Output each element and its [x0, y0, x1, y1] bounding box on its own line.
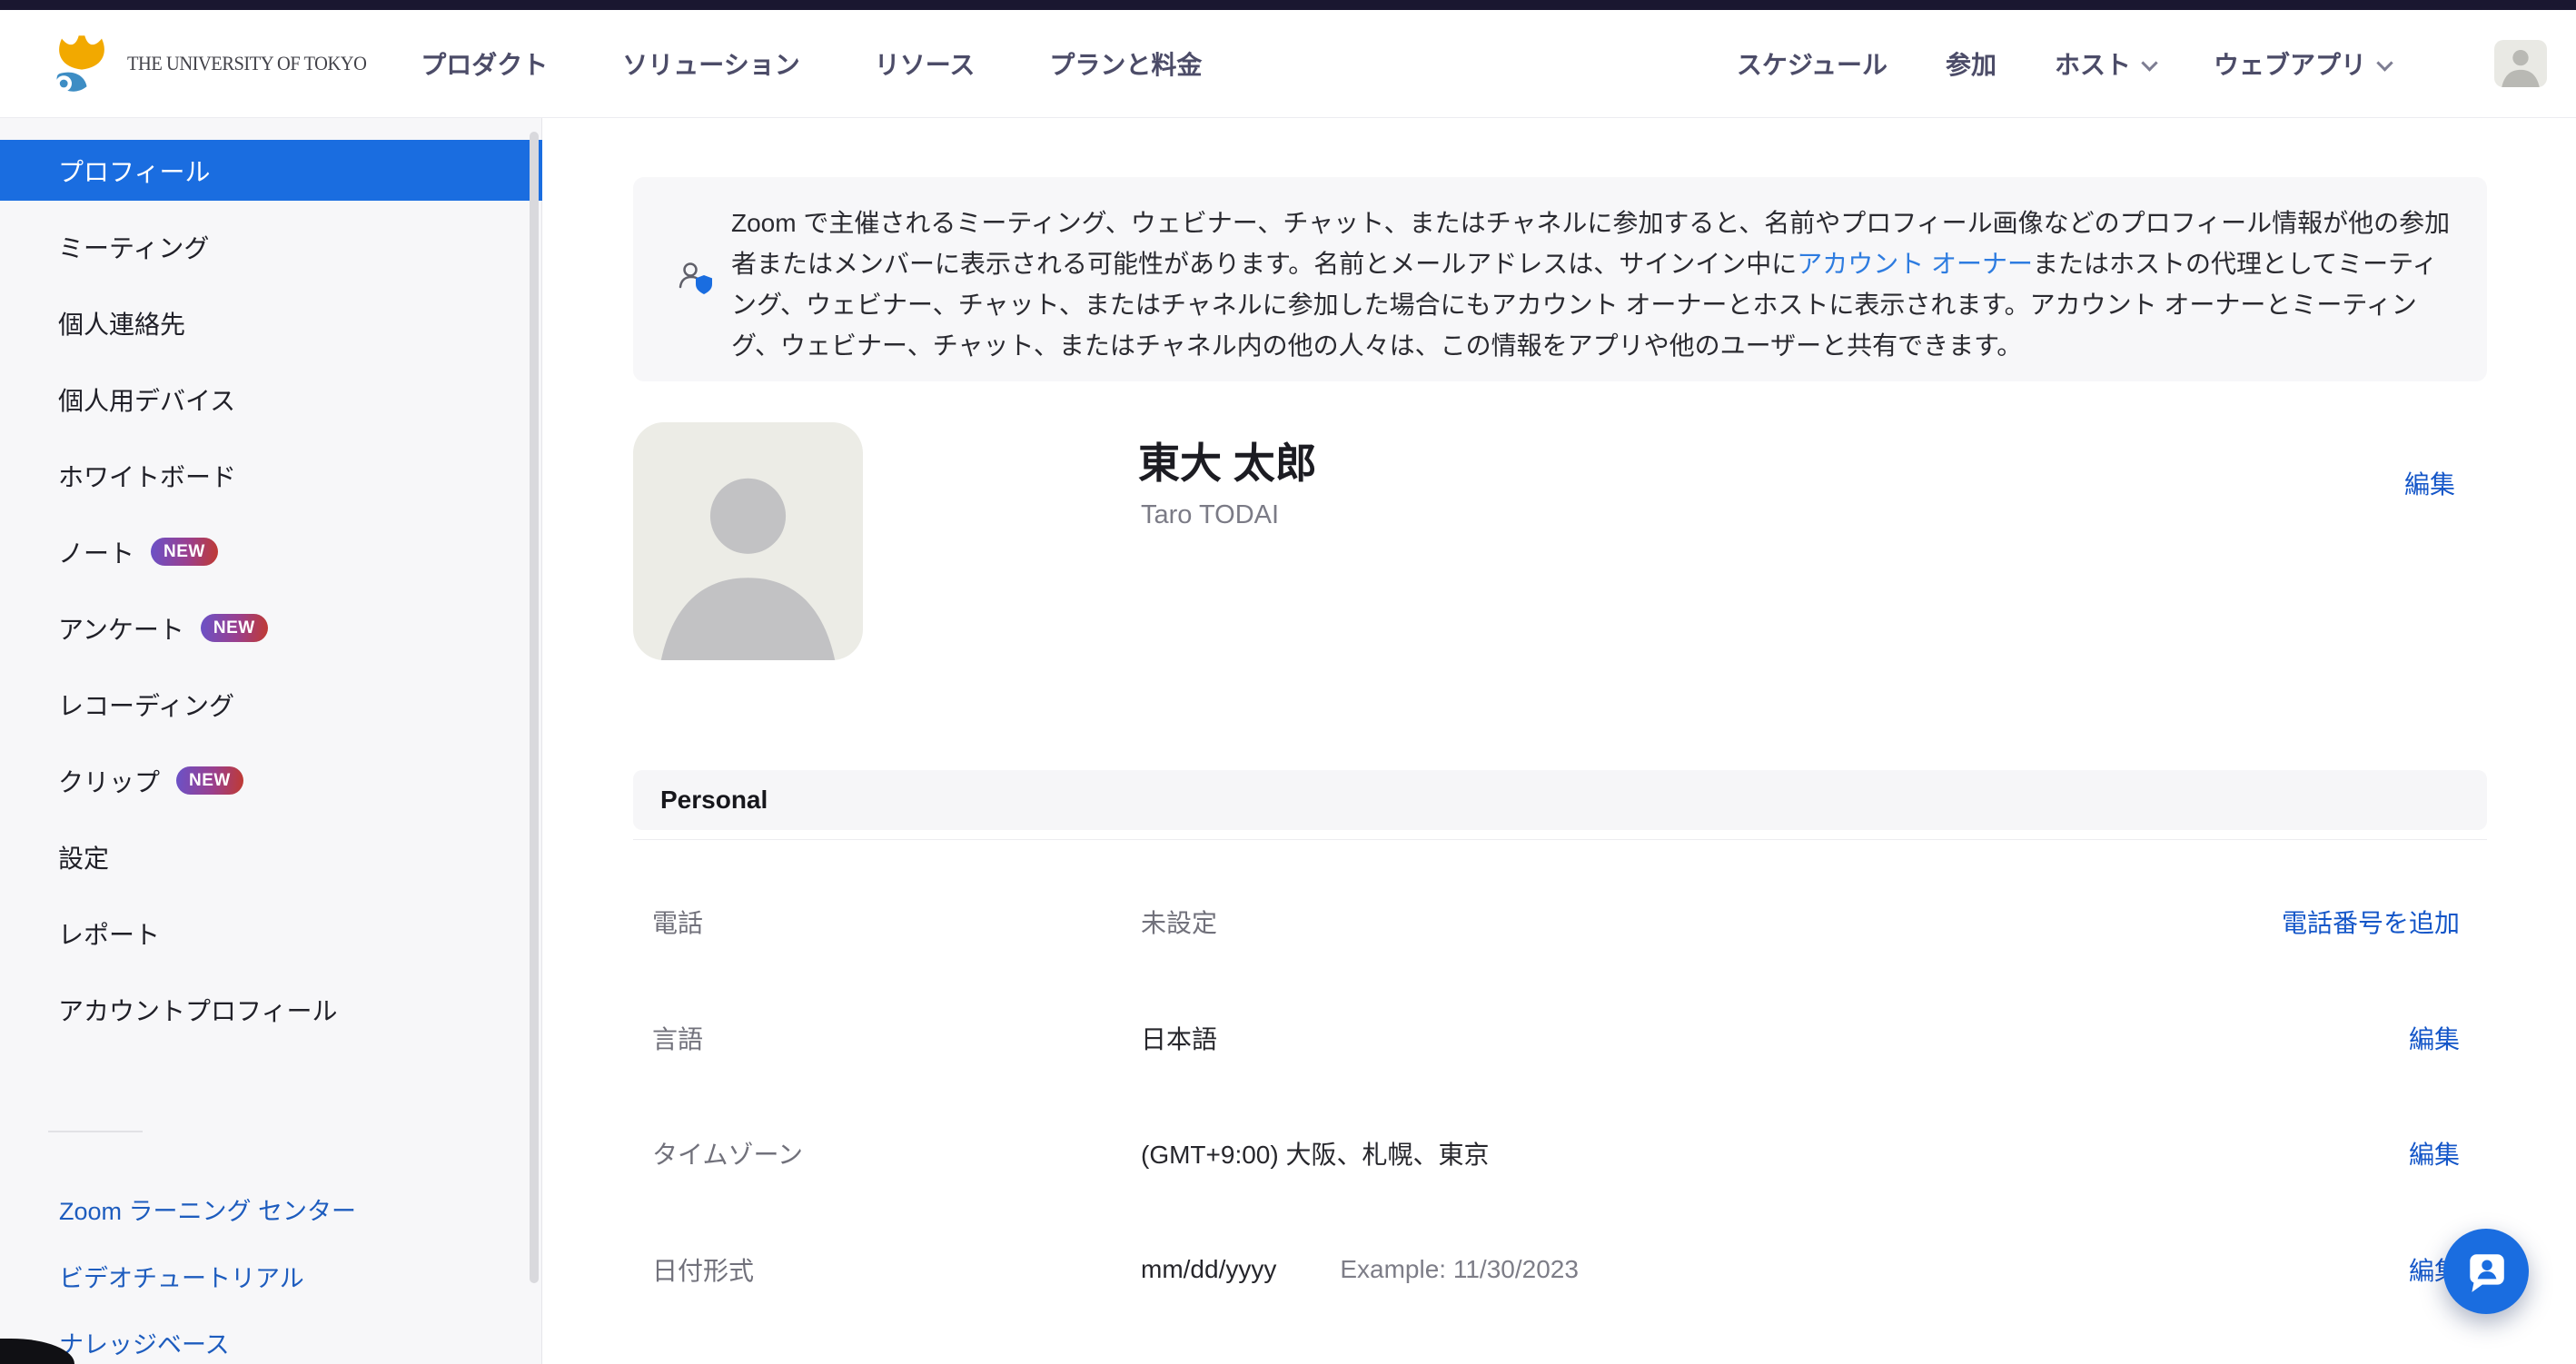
- sidebar-item-label: ノート: [58, 534, 134, 570]
- support-chat-icon: [2463, 1249, 2509, 1294]
- sidebar-item-notes[interactable]: ノート NEW: [0, 521, 542, 582]
- logo-text: THE UNIVERSITY OF TOKYO: [127, 52, 366, 75]
- chevron-down-icon: [2376, 54, 2393, 71]
- new-badge: NEW: [151, 538, 218, 566]
- edit-profile-link[interactable]: 編集: [2404, 465, 2455, 501]
- profile-avatar[interactable]: [633, 422, 863, 660]
- zoom-web-portal: THE UNIVERSITY OF TOKYO プロダクト ソリューション リソ…: [0, 0, 2576, 1364]
- row-label: 言語: [633, 1020, 1141, 1056]
- person-silhouette-icon: [2494, 40, 2547, 87]
- nav-products[interactable]: プロダクト: [421, 45, 548, 82]
- add-phone-number-link[interactable]: 電話番号を追加: [2282, 904, 2487, 940]
- sidebar-item-settings[interactable]: 設定: [0, 826, 542, 887]
- account-nav: スケジュール 参加 ホスト ウェブアプリ: [1737, 40, 2547, 87]
- sidebar-link-knowledge-base[interactable]: ナレッジベース: [59, 1324, 230, 1360]
- sidebar-item-whiteboard[interactable]: ホワイトボード: [0, 445, 542, 506]
- nav-plans-pricing[interactable]: プランと料金: [1049, 45, 1202, 82]
- account-avatar[interactable]: [2494, 40, 2547, 87]
- nav-resources[interactable]: リソース: [875, 45, 976, 82]
- sidebar-link-learning-center[interactable]: Zoom ラーニング センター: [59, 1191, 356, 1227]
- personal-row-language: 言語 日本語 編集: [633, 1020, 2487, 1056]
- sidebar-item-label: プロフィール: [58, 153, 210, 189]
- row-value: 未設定: [1141, 904, 1217, 940]
- personal-section-title: Personal: [660, 786, 768, 815]
- sidebar-item-label: アンケート: [58, 610, 184, 647]
- sidebar-item-label: アカウントプロフィール: [58, 992, 337, 1028]
- edit-language-link[interactable]: 編集: [2409, 1020, 2487, 1056]
- sidebar-item-label: 個人連絡先: [58, 305, 185, 341]
- nav-host[interactable]: ホスト: [2055, 45, 2155, 82]
- chevron-down-icon: [2141, 54, 2157, 71]
- section-divider: [633, 839, 2487, 840]
- support-chat-button[interactable]: [2443, 1229, 2529, 1314]
- new-badge: NEW: [176, 766, 243, 795]
- row-value: 日本語: [1141, 1020, 1217, 1056]
- nav-join[interactable]: 参加: [1946, 45, 1996, 82]
- date-format-example: Example: 11/30/2023: [1340, 1255, 1579, 1284]
- nav-solutions[interactable]: ソリューション: [622, 45, 799, 82]
- sidebar-item-personal-contacts[interactable]: 個人連絡先: [0, 292, 542, 353]
- new-badge: NEW: [201, 614, 268, 642]
- sidebar-divider: [48, 1131, 143, 1132]
- profile-romanized-name: Taro TODAI: [1141, 500, 1279, 530]
- sidebar-item-personal-devices[interactable]: 個人用デバイス: [0, 369, 542, 430]
- profile-visibility-notice: Zoom で主催されるミーティング、ウェビナー、チャット、またはチャネルに参加す…: [633, 177, 2487, 381]
- personal-section-header: Personal: [633, 770, 2487, 830]
- sidebar-item-label: ホワイトボード: [58, 458, 236, 494]
- top-accent-bar: [0, 0, 2576, 10]
- nav-webapp[interactable]: ウェブアプリ: [2214, 45, 2391, 82]
- personal-row-date-format: 日付形式 mm/dd/yyyy Example: 11/30/2023 編集: [633, 1251, 2487, 1288]
- sidebar: プロフィール ミーティング 個人連絡先 個人用デバイス ホワイトボード ノート N…: [0, 118, 542, 1364]
- sidebar-item-meetings[interactable]: ミーティング: [0, 216, 542, 277]
- nav-schedule[interactable]: スケジュール: [1737, 45, 1887, 82]
- personal-row-timezone: タイムゾーン (GMT+9:00) 大阪、札幌、東京 編集: [633, 1135, 2487, 1171]
- row-label: 電話: [633, 904, 1141, 940]
- person-silhouette-icon: [633, 422, 863, 660]
- sidebar-item-recordings[interactable]: レコーディング: [0, 674, 542, 735]
- sidebar-item-label: ミーティング: [58, 229, 209, 265]
- row-value: mm/dd/yyyy: [1141, 1255, 1276, 1284]
- university-logo[interactable]: THE UNIVERSITY OF TOKYO: [49, 34, 384, 94]
- sidebar-item-clips[interactable]: クリップ NEW: [0, 750, 542, 811]
- sidebar-item-label: 設定: [58, 839, 109, 875]
- personal-row-phone: 電話 未設定 電話番号を追加: [633, 904, 2487, 940]
- sidebar-item-label: レコーディング: [58, 687, 234, 723]
- account-owner-link[interactable]: アカウント オーナー: [1797, 250, 2033, 278]
- profile-name: 東大 太郎: [1138, 430, 1317, 490]
- row-label: 日付形式: [633, 1251, 1141, 1288]
- primary-nav: プロダクト ソリューション リソース プランと料金: [421, 45, 1202, 82]
- row-label: タイムゾーン: [633, 1135, 1141, 1171]
- person-shield-icon: [677, 259, 715, 301]
- header: THE UNIVERSITY OF TOKYO プロダクト ソリューション リソ…: [0, 10, 2576, 118]
- utokyo-ginkgo-icon: [49, 34, 114, 94]
- sidebar-scrollbar[interactable]: [530, 132, 539, 1283]
- nav-host-label: ホスト: [2055, 51, 2131, 79]
- sidebar-item-reports[interactable]: レポート: [0, 903, 542, 964]
- edit-timezone-link[interactable]: 編集: [2409, 1135, 2487, 1171]
- notice-text: Zoom で主催されるミーティング、ウェビナー、チャット、またはチャネルに参加す…: [731, 203, 2451, 366]
- sidebar-item-label: レポート: [58, 915, 160, 952]
- sidebar-item-label: 個人用デバイス: [58, 381, 235, 418]
- sidebar-item-account-profile[interactable]: アカウントプロフィール: [0, 979, 542, 1040]
- sidebar-item-label: クリップ: [58, 763, 160, 799]
- sidebar-link-video-tutorials[interactable]: ビデオチュートリアル: [59, 1258, 304, 1294]
- sidebar-item-surveys[interactable]: アンケート NEW: [0, 598, 542, 658]
- sidebar-item-profile[interactable]: プロフィール: [0, 140, 542, 201]
- row-value: (GMT+9:00) 大阪、札幌、東京: [1141, 1135, 1489, 1171]
- nav-webapp-label: ウェブアプリ: [2214, 51, 2366, 79]
